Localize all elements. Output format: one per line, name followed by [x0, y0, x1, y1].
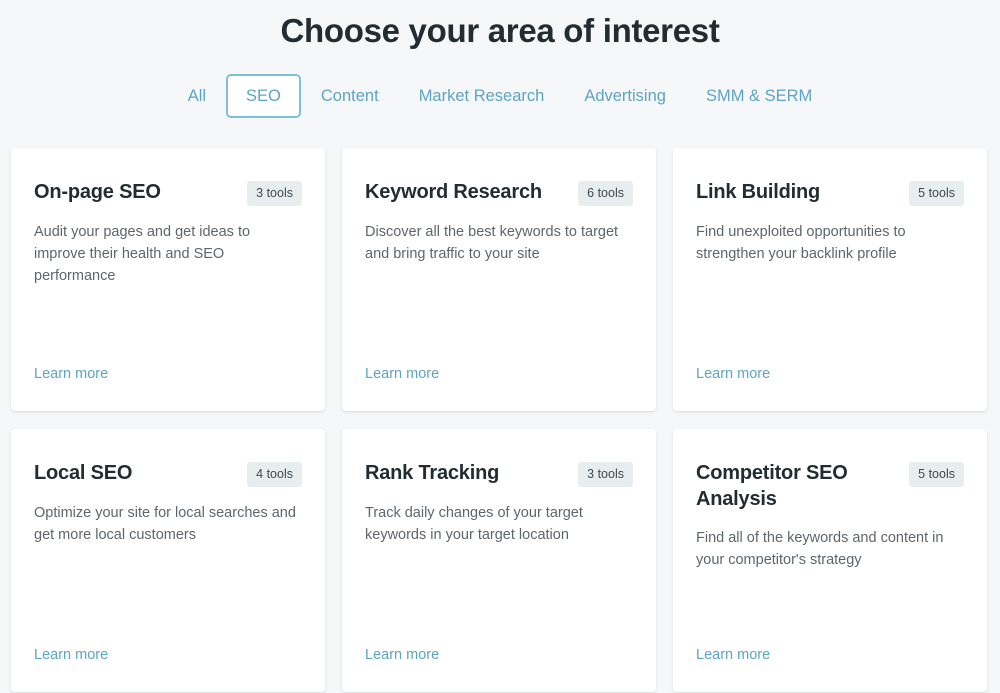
tab-seo[interactable]: SEO [226, 74, 301, 118]
tab-market-research[interactable]: Market Research [399, 74, 565, 118]
tools-count-badge: 3 tools [578, 462, 633, 487]
learn-more-link[interactable]: Learn more [34, 365, 108, 383]
learn-more-link[interactable]: Learn more [365, 646, 439, 664]
tools-count-badge: 3 tools [247, 181, 302, 206]
category-card-grid: On-page SEO 3 tools Audit your pages and… [11, 148, 987, 692]
tab-smm-serm[interactable]: SMM & SERM [686, 74, 832, 118]
card-title: Competitor SEO Analysis [696, 462, 848, 510]
learn-more-link[interactable]: Learn more [696, 646, 770, 664]
tools-count-badge: 5 tools [909, 462, 964, 487]
card-description: Find unexploited opportunities to streng… [696, 224, 906, 262]
category-card[interactable]: Link Building 5 tools Find unexploited o… [673, 148, 987, 411]
learn-more-link[interactable]: Learn more [696, 365, 770, 383]
category-tabs: All SEO Content Market Research Advertis… [0, 74, 1000, 118]
card-title: Rank Tracking [365, 462, 500, 484]
card-header: Competitor SEO Analysis 5 tools [696, 460, 964, 512]
category-card[interactable]: Competitor SEO Analysis 5 tools Find all… [673, 429, 987, 692]
card-header: Keyword Research 6 tools [365, 179, 633, 206]
card-description: Discover all the best keywords to target… [365, 224, 619, 262]
card-description: Track daily changes of your target keywo… [365, 505, 583, 543]
card-title: Local SEO [34, 462, 133, 484]
tab-advertising[interactable]: Advertising [564, 74, 686, 118]
tools-count-badge: 6 tools [578, 181, 633, 206]
tab-content[interactable]: Content [301, 74, 399, 118]
learn-more-link[interactable]: Learn more [365, 365, 439, 383]
learn-more-link[interactable]: Learn more [34, 646, 108, 664]
tools-count-badge: 5 tools [909, 181, 964, 206]
card-header: On-page SEO 3 tools [34, 179, 302, 206]
card-header: Local SEO 4 tools [34, 460, 302, 487]
card-title: Link Building [696, 181, 821, 203]
category-card[interactable]: Rank Tracking 3 tools Track daily change… [342, 429, 656, 692]
card-header: Link Building 5 tools [696, 179, 964, 206]
category-card[interactable]: On-page SEO 3 tools Audit your pages and… [11, 148, 325, 411]
card-description: Find all of the keywords and content in … [696, 530, 944, 568]
category-card[interactable]: Local SEO 4 tools Optimize your site for… [11, 429, 325, 692]
tools-count-badge: 4 tools [247, 462, 302, 487]
tab-all[interactable]: All [168, 74, 226, 118]
page-title: Choose your area of interest [280, 12, 720, 49]
card-header: Rank Tracking 3 tools [365, 460, 633, 487]
card-description: Optimize your site for local searches an… [34, 505, 296, 543]
page-root: Choose your area of interest All SEO Con… [0, 0, 1000, 693]
category-card[interactable]: Keyword Research 6 tools Discover all th… [342, 148, 656, 411]
card-description: Audit your pages and get ideas to improv… [34, 224, 251, 284]
card-title: Keyword Research [365, 181, 542, 203]
card-title: On-page SEO [34, 181, 161, 203]
